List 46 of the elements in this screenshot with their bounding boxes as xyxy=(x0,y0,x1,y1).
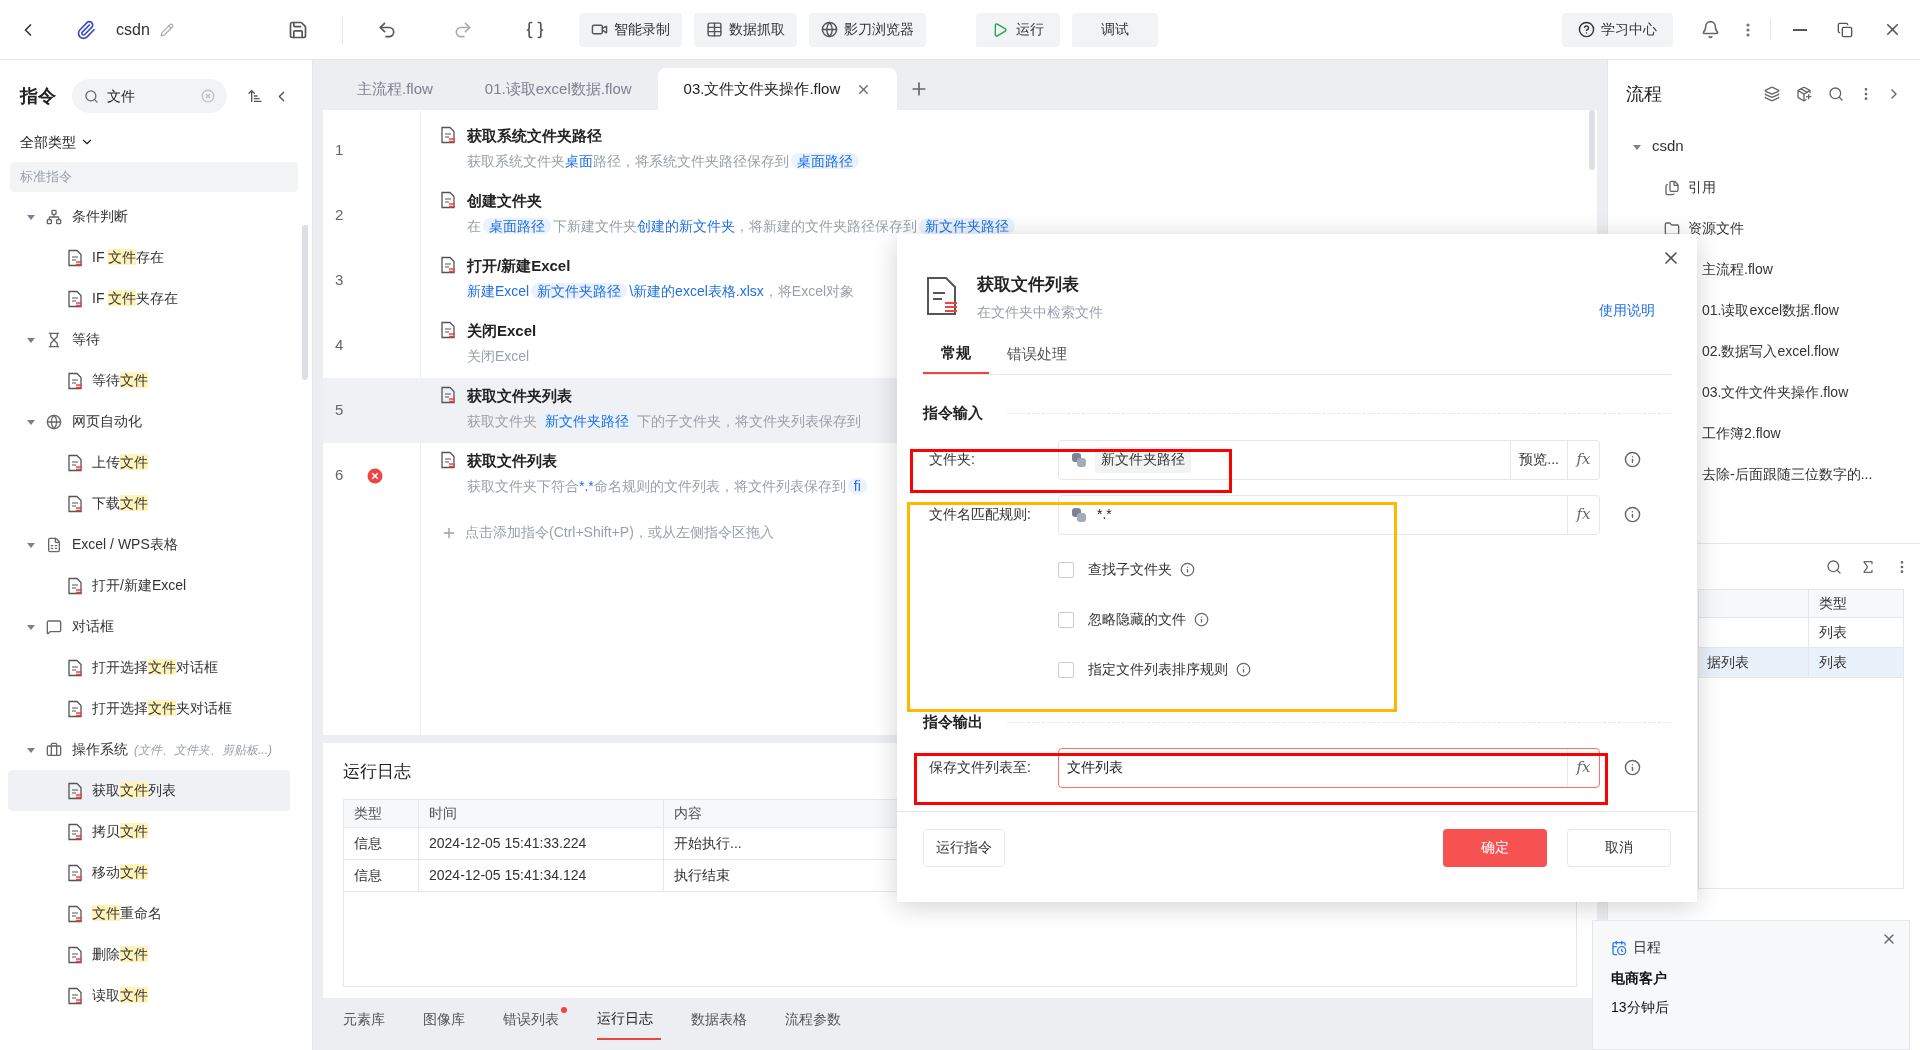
line-number: 2 xyxy=(335,205,345,226)
step-description: 获取文件夹下符合*.*命名规则的文件列表，将文件列表保存到 fi xyxy=(467,475,869,497)
project-name: csdn xyxy=(116,19,150,40)
checkbox-label: 指定文件列表排序规则 xyxy=(1088,660,1228,679)
field-label: 文件夹: xyxy=(929,450,976,469)
line-number: 5 xyxy=(335,400,345,421)
field-label: 文件名匹配规则: xyxy=(929,505,1032,524)
step-title: 获取文件列表 xyxy=(467,451,557,471)
notification-title: 电商客户 xyxy=(1611,969,1667,988)
step-title: 创建文件夹 xyxy=(467,191,542,211)
table-cell: 2024-12-05 15:41:33.224 xyxy=(419,828,664,859)
step-description: 关闭Excel xyxy=(467,347,530,366)
column-header: 类型 xyxy=(344,800,419,827)
step-title: 关闭Excel xyxy=(467,321,537,341)
step-description: 获取系统文件夹桌面路径，将系统文件夹路径保存到 桌面路径 xyxy=(467,150,861,172)
step-description: 获取文件夹 新文件夹路径 下的子文件夹，将文件夹列表保存到 xyxy=(467,412,861,431)
table-cell-text: 据列表 xyxy=(1707,653,1749,672)
step-title: 获取文件夹列表 xyxy=(467,386,572,406)
step-title: 获取系统文件夹路径 xyxy=(467,126,602,146)
section-header: 标准指令 xyxy=(10,162,298,192)
section-title: 指令输出 xyxy=(923,712,983,733)
column-header: 时间 xyxy=(419,800,664,827)
table-cell: 2024-12-05 15:41:34.124 xyxy=(419,860,664,891)
table-cell: 信息 xyxy=(344,828,419,859)
column-header: 类型 xyxy=(1818,594,1848,613)
line-number: 3 xyxy=(335,270,345,291)
notification-time: 13分钟后 xyxy=(1611,998,1669,1017)
table-cell-text: 列表 xyxy=(1819,653,1847,672)
panel-title: 运行日志 xyxy=(343,762,411,781)
table-cell-text: 列表 xyxy=(1819,623,1847,642)
line-number: 6 xyxy=(335,465,345,486)
line-number: 4 xyxy=(335,335,345,356)
table-cell: 信息 xyxy=(344,860,419,891)
checkbox-label: 查找子文件夹 xyxy=(1088,560,1172,579)
dialog-subtitle: 在文件夹中检索文件 xyxy=(977,302,1103,322)
field-label: 保存文件列表至: xyxy=(929,758,1032,777)
section-title: 指令输入 xyxy=(923,403,983,424)
dialog-title: 获取文件列表 xyxy=(977,274,1080,296)
step-title: 打开/新建Excel xyxy=(467,256,571,276)
line-number: 1 xyxy=(335,140,345,161)
checkbox-label: 忽略隐藏的文件 xyxy=(1088,610,1186,629)
panel-title: 指令 xyxy=(20,84,56,108)
app-name: 日程 xyxy=(1633,938,1661,957)
panel-title: 流程 xyxy=(1626,82,1662,106)
step-description: 在 桌面路径 下新建文件夹创建的新文件夹，将新建的文件夹路径保存到 新文件夹路径 xyxy=(467,215,1017,237)
step-description: 新建Excel 新文件夹路径 \新建的excel表格.xlsx，将Excel对象 xyxy=(467,282,855,301)
